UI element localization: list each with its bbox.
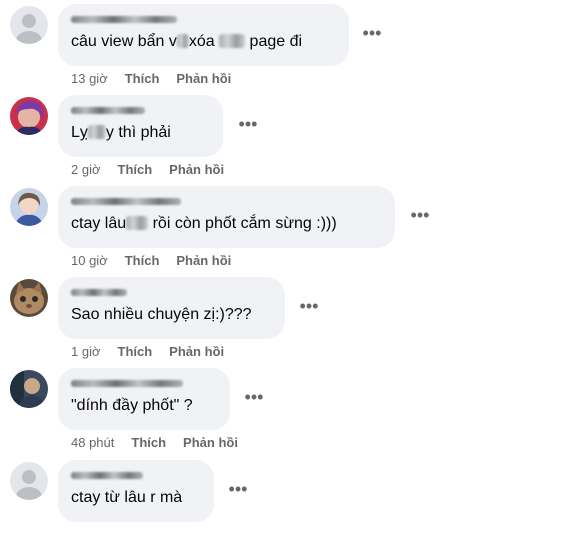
more-options-icon[interactable]: ••• [236,115,260,143]
comment-bubble: ctay từ lâu r mà [58,460,214,522]
comment-actions: 10 giờ Thích Phản hồi [71,252,248,270]
like-button[interactable]: Thích [118,162,153,177]
more-options-icon[interactable]: ••• [408,206,432,234]
comment-author[interactable] [71,11,336,29]
comment-author[interactable] [71,102,210,120]
comment-actions: 48 phút Thích Phản hồi [71,434,255,452]
reply-button[interactable]: Phản hồi [169,344,224,359]
avatar[interactable] [10,462,48,500]
comment: ctay lâu rồi còn phốt cắm sừng :))) ••• … [0,186,563,278]
like-button[interactable]: Thích [118,344,153,359]
comment-author[interactable] [71,193,382,211]
comment-time[interactable]: 13 giờ [71,71,108,86]
comment-text: ctay từ lâu r mà [71,489,183,506]
more-options-icon[interactable]: ••• [360,24,384,52]
comment-time[interactable]: 2 giờ [71,162,101,177]
comment: Lỵ y thì phải ••• 2 giờ Thích Phản hồi [0,95,563,187]
avatar[interactable] [10,279,48,317]
comment: câu view bẩn v xóa page đi ••• 13 giờ Thíc… [0,4,563,96]
comment-text: "dính đầy phốt" ? [71,397,193,414]
comment-time[interactable]: 48 phút [71,435,114,450]
comment-bubble: Sao nhiều chuyện zị:)??? [58,277,285,339]
reply-button[interactable]: Phản hồi [183,435,238,450]
like-button[interactable]: Thích [125,253,160,268]
like-button[interactable]: Thích [131,435,166,450]
comment-text: Sao nhiều chuyện zị:)??? [71,306,252,323]
reply-button[interactable]: Phản hồi [176,71,231,86]
default-avatar-icon [10,462,48,500]
comment: ctay từ lâu r mà ••• [0,460,563,552]
reply-button[interactable]: Phản hồi [169,162,224,177]
like-button[interactable]: Thích [125,71,160,86]
profile-photo-icon [10,97,48,135]
avatar[interactable] [10,6,48,44]
comment-actions: 1 giờ Thích Phản hồi [71,343,241,361]
comment-actions: 13 giờ Thích Phản hồi [71,70,248,88]
comment: Sao nhiều chuyện zị:)??? ••• 1 giờ Thích P… [0,277,563,369]
comment-author[interactable] [71,375,217,393]
comment-text: câu view bẩn v xóa page đi [71,33,303,50]
comment-actions: 2 giờ Thích Phản hồi [71,161,241,179]
more-options-icon[interactable]: ••• [297,297,321,325]
more-options-icon[interactable]: ••• [226,480,250,508]
comment-author[interactable] [71,284,272,302]
default-avatar-icon [10,6,48,44]
comment-time[interactable]: 10 giờ [71,253,108,268]
reply-button[interactable]: Phản hồi [176,253,231,268]
comment-time[interactable]: 1 giờ [71,344,101,359]
avatar[interactable] [10,188,48,226]
avatar[interactable] [10,370,48,408]
profile-photo-icon [10,370,48,408]
comment-text: ctay lâu rồi còn phốt cắm sừng :))) [71,215,337,232]
comment-bubble: Lỵ y thì phải [58,95,223,157]
cat-photo-icon [10,279,48,317]
avatar[interactable] [10,97,48,135]
comment-bubble: câu view bẩn v xóa page đi [58,4,349,66]
comment-bubble: ctay lâu rồi còn phốt cắm sừng :))) [58,186,395,248]
comment-bubble: "dính đầy phốt" ? [58,368,230,430]
comment-author[interactable] [71,467,201,485]
profile-photo-icon [10,188,48,226]
comment-text: Lỵ y thì phải [71,124,171,141]
more-options-icon[interactable]: ••• [242,388,266,416]
comment: "dính đầy phốt" ? ••• 48 phút Thích Phản h… [0,368,563,460]
